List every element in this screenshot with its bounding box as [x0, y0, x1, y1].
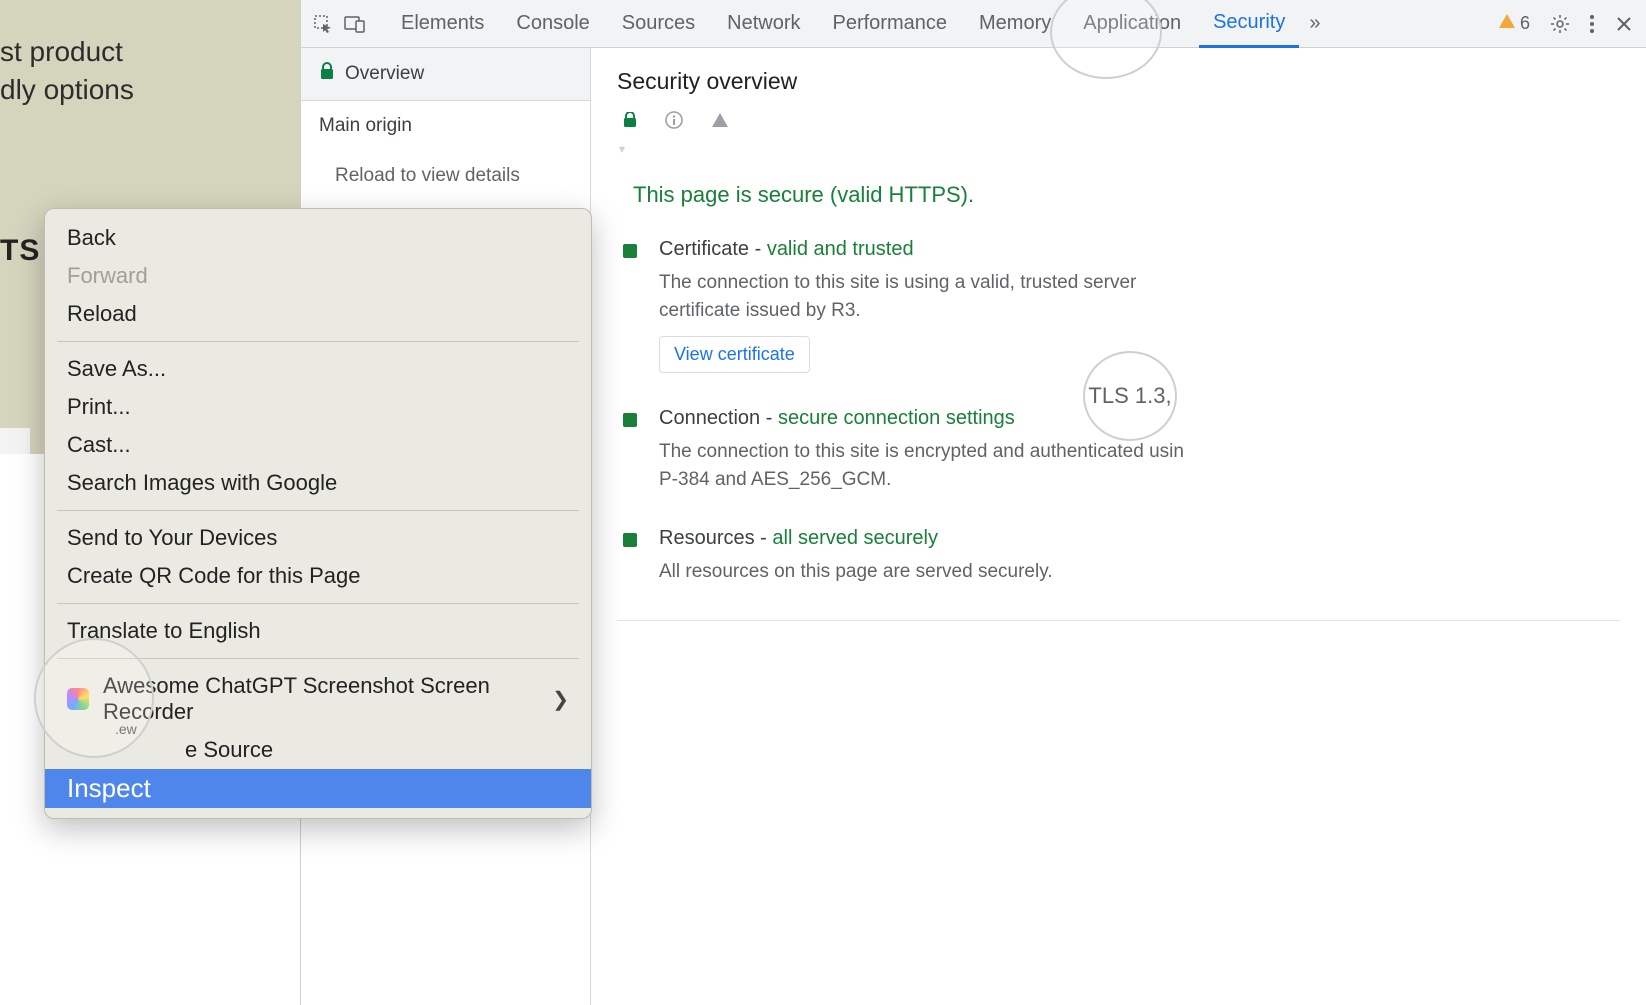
extension-icon [67, 688, 89, 710]
page-strip [0, 428, 30, 454]
kebab-menu-icon[interactable] [1578, 10, 1606, 38]
sidebar-overview[interactable]: Overview [301, 48, 590, 101]
more-tabs-button[interactable]: » [1303, 0, 1326, 48]
resources-description: All resources on this page are served se… [659, 558, 1219, 586]
tab-security[interactable]: Security [1199, 0, 1299, 48]
close-devtools-icon[interactable] [1610, 10, 1638, 38]
status-square-icon [623, 533, 637, 547]
tab-network[interactable]: Network [713, 0, 814, 48]
security-main: Security overview ▾ This page is secure … [591, 48, 1646, 1005]
certificate-heading: Certificate - valid and trusted [659, 238, 1620, 261]
sidebar-reload-hint: Reload to view details [301, 151, 590, 201]
ctx-separator [57, 603, 579, 604]
tab-performance[interactable]: Performance [819, 0, 962, 48]
ctx-inspect[interactable]: Inspect [45, 769, 591, 808]
ctx-reload[interactable]: Reload [45, 295, 591, 333]
ctx-separator [57, 658, 579, 659]
tab-memory[interactable]: Memory [965, 0, 1065, 48]
inspect-element-icon[interactable] [309, 10, 337, 38]
chevron-right-icon: ❯ [552, 687, 569, 712]
ctx-view-source-fragment-top: .ew [115, 721, 137, 737]
status-warning-icon [711, 111, 729, 134]
ctx-forward: Forward [45, 257, 591, 295]
view-certificate-button[interactable]: View certificate [659, 336, 810, 373]
devtools-tabbar: Elements Console Sources Network Perform… [301, 0, 1646, 48]
device-toolbar-icon[interactable] [341, 10, 369, 38]
connection-heading: Connection - secure connection settings [659, 407, 1620, 430]
status-square-icon [623, 244, 637, 258]
resources-heading: Resources - all served securely [659, 527, 1620, 550]
lock-icon [319, 62, 335, 86]
ctx-view-source-label: e Source [185, 737, 273, 763]
overview-title: Security overview [617, 68, 1620, 95]
sidebar-overview-label: Overview [345, 63, 424, 85]
tab-elements[interactable]: Elements [387, 0, 498, 48]
issues-counter[interactable]: 6 [1498, 12, 1530, 35]
ctx-back[interactable]: Back [45, 219, 591, 257]
settings-icon[interactable] [1546, 10, 1574, 38]
ctx-print[interactable]: Print... [45, 388, 591, 426]
ctx-send-to-devices[interactable]: Send to Your Devices [45, 519, 591, 557]
ctx-save-as[interactable]: Save As... [45, 350, 591, 388]
warning-icon [1498, 12, 1516, 35]
certificate-description: The connection to this site is using a v… [659, 269, 1219, 324]
ctx-translate[interactable]: Translate to English [45, 612, 591, 650]
ctx-cast[interactable]: Cast... [45, 426, 591, 464]
ctx-separator [57, 341, 579, 342]
context-menu: Back Forward Reload Save As... Print... … [44, 208, 592, 819]
section-divider [617, 620, 1620, 621]
connection-section: Connection - secure connection settings … [623, 407, 1620, 493]
ctx-view-source[interactable]: .ew .ew e Source [45, 731, 591, 769]
ctx-create-qr[interactable]: Create QR Code for this Page [45, 557, 591, 595]
tab-sources[interactable]: Sources [608, 0, 709, 48]
page-text-fragment: st product dly options [0, 33, 134, 109]
ctx-extension-label: Awesome ChatGPT Screenshot Screen Record… [103, 673, 538, 725]
resources-section: Resources - all served securely All reso… [623, 527, 1620, 586]
certificate-section: Certificate - valid and trusted The conn… [623, 238, 1620, 373]
warning-count: 6 [1520, 13, 1530, 34]
tab-console[interactable]: Console [502, 0, 603, 48]
status-info-icon [665, 111, 683, 134]
status-pointer-icon: ▾ [619, 142, 1620, 156]
ctx-search-images[interactable]: Search Images with Google [45, 464, 591, 502]
ctx-separator [57, 510, 579, 511]
tab-application[interactable]: Application [1069, 0, 1195, 48]
status-square-icon [623, 413, 637, 427]
sidebar-main-origin[interactable]: Main origin [301, 101, 590, 151]
secure-status-line: This page is secure (valid HTTPS). [633, 182, 1620, 208]
connection-description: The connection to this site is encrypted… [659, 438, 1219, 493]
status-lock-icon [623, 112, 637, 133]
page-heading-fragment: TS [0, 234, 40, 268]
overview-status-icons [623, 111, 1620, 134]
